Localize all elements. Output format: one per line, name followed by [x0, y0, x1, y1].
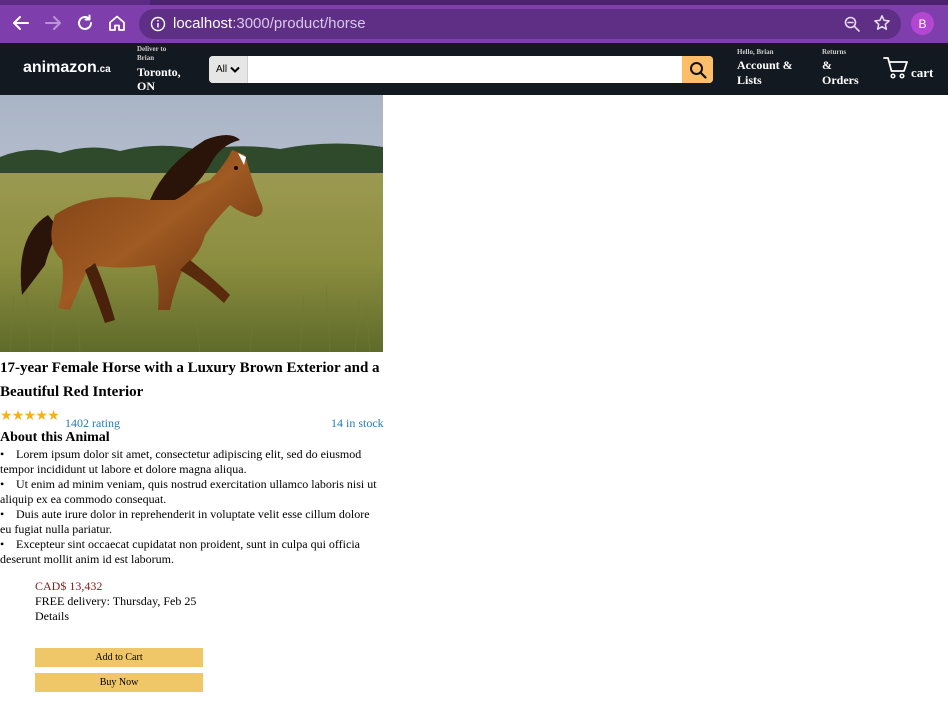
rating-stars: ★ ★ ★ ★ ★: [0, 409, 60, 424]
account-label-line-2: Lists: [737, 73, 762, 87]
search-category-label: All: [215, 64, 228, 75]
address-bar[interactable]: localhost:3000/product/horse: [139, 9, 901, 39]
back-icon[interactable]: [10, 12, 32, 34]
search-button[interactable]: [682, 56, 713, 83]
bookmark-star-icon[interactable]: [873, 14, 891, 32]
add-to-cart-button[interactable]: Add to Cart: [35, 648, 203, 667]
cart-icon: [883, 57, 908, 79]
url-path: :3000/product/horse: [232, 15, 366, 32]
home-icon[interactable]: [106, 12, 128, 34]
about-heading: About this Animal: [0, 430, 110, 445]
reload-icon[interactable]: [74, 12, 96, 34]
search-bar: All: [209, 56, 713, 83]
account-label-line-1: Account &: [737, 58, 793, 72]
rating-count[interactable]: 1402 rating: [65, 416, 120, 431]
logo-suffix: .ca: [96, 64, 111, 75]
star-icon: ★: [0, 409, 13, 424]
returns-and-orders[interactable]: Returns & Orders: [822, 48, 872, 88]
account-greeting: Hello, Brian: [737, 48, 774, 56]
bullet-text: Excepteur sint occaecat cupidatat non pr…: [0, 537, 360, 566]
stock-status: 14 in stock: [331, 416, 384, 430]
url-host: localhost: [173, 15, 233, 32]
bullet-text: Ut enim ad minim veniam, quis nostrud ex…: [0, 477, 377, 506]
product-price: CAD$ 13,432: [35, 579, 103, 593]
bullet-icon: •: [0, 537, 5, 551]
list-item: • Duis aute irure dolor in reprehenderit …: [0, 507, 383, 537]
forward-icon[interactable]: [42, 12, 64, 34]
site-logo[interactable]: animazon.ca: [23, 59, 111, 77]
profile-avatar[interactable]: B: [911, 12, 934, 35]
search-input[interactable]: [249, 56, 682, 83]
star-icon: ★: [47, 409, 60, 424]
logo-text: animazon: [23, 59, 97, 76]
account-and-lists[interactable]: Hello, Brian Account & Lists: [737, 48, 807, 88]
bullet-text: Duis aute irure dolor in reprehenderit i…: [0, 507, 370, 536]
buy-now-button[interactable]: Buy Now: [35, 673, 203, 692]
product-image: [0, 95, 383, 352]
product-title: 17-year Female Horse with a Luxury Brown…: [0, 360, 380, 400]
deliver-to-name: Brian: [137, 54, 155, 62]
about-list: • Lorem ipsum dolor sit amet, consectetur…: [0, 447, 383, 567]
star-icon: ★: [35, 409, 48, 424]
search-icon: [689, 61, 707, 79]
tab-strip-inactive: [150, 0, 948, 5]
bullet-icon: •: [0, 507, 5, 521]
url-text[interactable]: localhost:3000/product/horse: [173, 15, 366, 32]
cart-button[interactable]: cart: [883, 56, 933, 80]
deliver-to[interactable]: Deliver to Brian Toronto, ON: [137, 45, 197, 93]
list-item: • Ut enim ad minim veniam, quis nostrud e…: [0, 477, 383, 507]
site-info-icon[interactable]: [150, 16, 166, 32]
browser-toolbar: localhost:3000/product/horse B: [0, 0, 948, 43]
deliver-location-province: ON: [137, 79, 155, 93]
bullet-icon: •: [0, 477, 5, 491]
deliver-location-city: Toronto,: [137, 65, 181, 79]
details-link[interactable]: Details: [35, 609, 69, 624]
delivery-info: FREE delivery: Thursday, Feb 25: [35, 594, 197, 608]
list-item: • Lorem ipsum dolor sit amet, consectetur…: [0, 447, 383, 477]
orders-label-line-2: Orders: [822, 73, 859, 87]
search-category-select[interactable]: All: [209, 56, 248, 83]
chevron-down-icon: [230, 66, 240, 73]
list-item: • Excepteur sint occaecat cupidatat non p…: [0, 537, 383, 567]
returns-label: Returns: [822, 48, 847, 56]
site-header: animazon.ca Deliver to Brian Toronto, ON…: [0, 43, 948, 95]
star-icon: ★: [11, 409, 25, 424]
bullet-text: Lorem ipsum dolor sit amet, consectetur …: [0, 447, 362, 476]
star-icon: ★: [23, 409, 37, 424]
orders-label-line-1: &: [822, 58, 832, 72]
zoom-icon[interactable]: [843, 15, 861, 33]
deliver-to-label: Deliver to: [137, 45, 167, 53]
bullet-icon: •: [0, 447, 5, 461]
cart-label: cart: [911, 65, 934, 80]
